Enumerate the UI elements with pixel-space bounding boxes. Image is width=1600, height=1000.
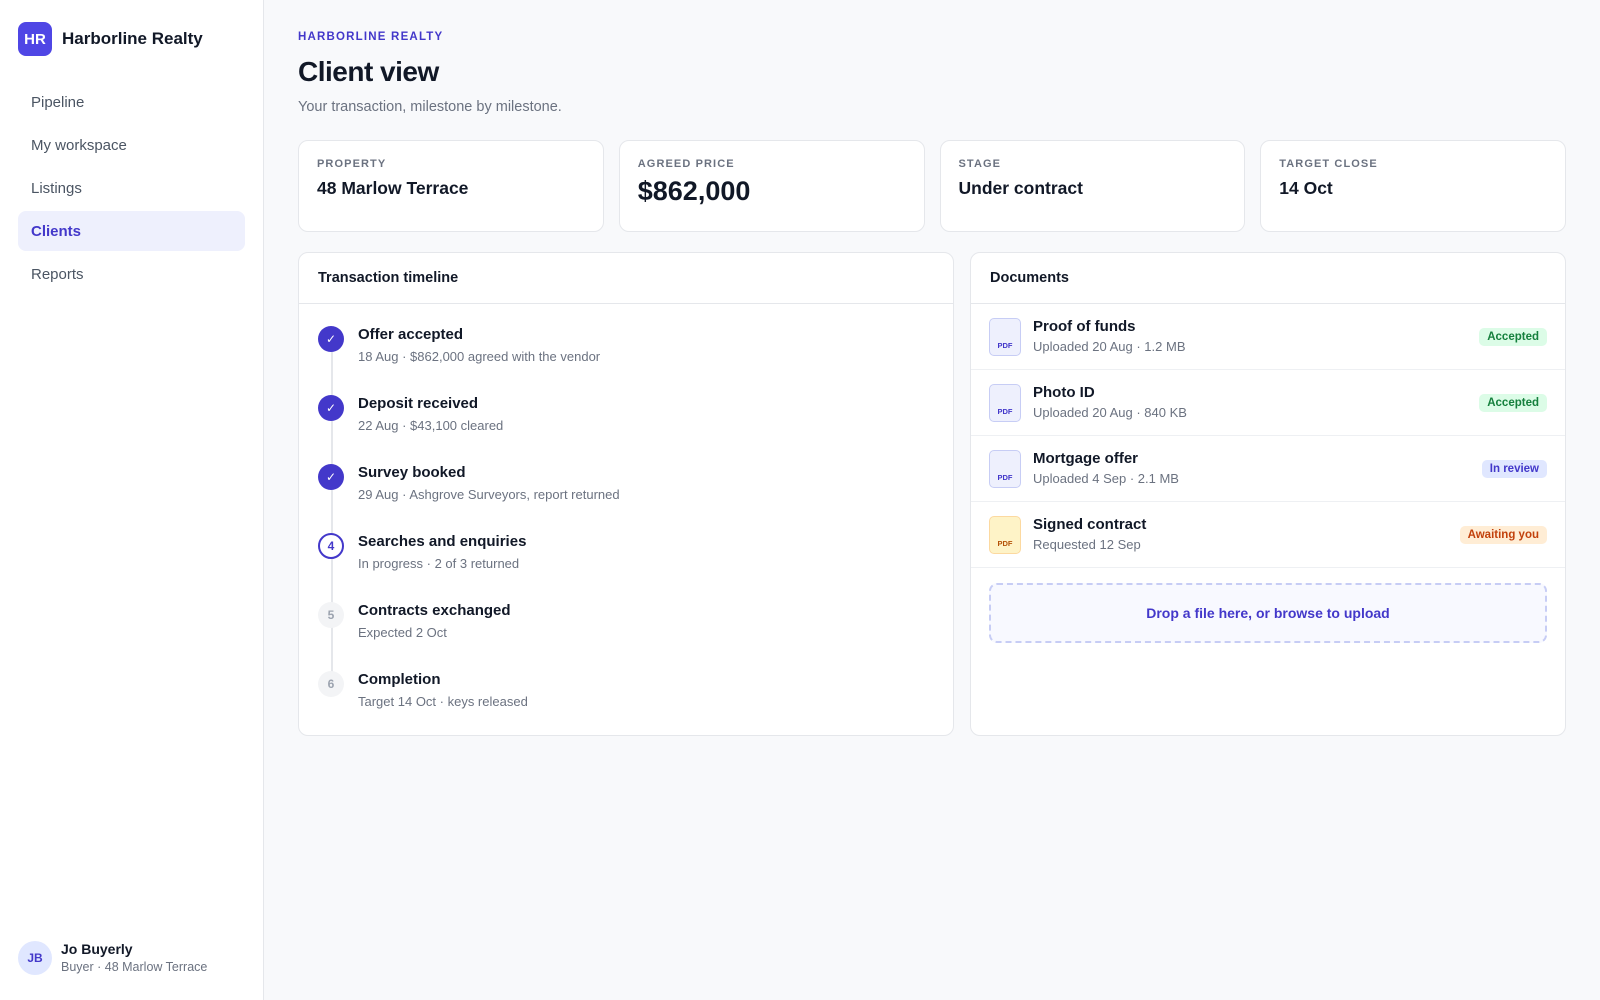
timeline-step: ✓ Deposit received 22 Aug · $43,100 clea… (318, 392, 953, 461)
step-description: Target 14 Oct · keys released (358, 694, 528, 709)
step-description: Expected 2 Oct (358, 625, 447, 640)
pdf-file-icon: PDF (989, 449, 1021, 488)
step-title: Searches and enquiries (358, 533, 527, 550)
sidebar: HR Harborline Realty Pipeline My workspa… (0, 0, 264, 1000)
sidebar-item-clients[interactable]: Clients (18, 211, 245, 251)
step-title: Deposit received (358, 395, 479, 412)
status-badge: Accepted (1479, 393, 1547, 412)
step-number-marker: 4 (318, 533, 344, 559)
user-info: Jo Buyerly Buyer · 48 Marlow Terrace (61, 940, 207, 976)
step-description: 18 Aug · $862,000 agreed with the vendor (358, 349, 601, 364)
check-icon: ✓ (318, 326, 344, 352)
document-row[interactable]: PDF Photo ID Uploaded 20 Aug · 840 KB Ac… (971, 370, 1565, 436)
pdf-file-icon: PDF (989, 317, 1021, 356)
stat-card-target-close: TARGET CLOSE 14 Oct (1260, 140, 1566, 232)
check-icon: ✓ (318, 395, 344, 421)
user-profile[interactable]: JB Jo Buyerly Buyer · 48 Marlow Terrace (18, 940, 207, 976)
user-name: Jo Buyerly (61, 941, 133, 957)
timeline-list: ✓ Offer accepted 18 Aug · $862,000 agree… (299, 304, 953, 735)
stats-row: PROPERTY 48 Marlow Terrace AGREED PRICE … (298, 140, 1566, 232)
stat-label: PROPERTY (317, 158, 387, 170)
timeline-step: ✓ Offer accepted 18 Aug · $862,000 agree… (318, 323, 953, 392)
step-title: Contracts exchanged (358, 602, 511, 619)
status-badge: Awaiting you (1459, 525, 1547, 544)
pdf-file-icon: PDF (989, 383, 1021, 422)
document-row[interactable]: PDF Proof of funds Uploaded 20 Aug · 1.2… (971, 304, 1565, 370)
page-eyebrow: HARBORLINE REALTY (298, 31, 444, 43)
brand[interactable]: HR Harborline Realty (18, 22, 203, 56)
pdf-file-icon: PDF (989, 515, 1021, 554)
sidebar-item-reports[interactable]: Reports (18, 254, 245, 294)
transaction-timeline-panel: Transaction timeline ✓ Offer accepted 18… (298, 252, 954, 736)
file-upload-dropzone[interactable]: Drop a file here, or browse to upload (989, 583, 1547, 643)
sidebar-nav: Pipeline My workspace Listings Clients R… (18, 82, 245, 297)
document-row[interactable]: PDF Mortgage offer Uploaded 4 Sep · 2.1 … (971, 436, 1565, 502)
document-meta: Uploaded 20 Aug · 1.2 MB (1033, 339, 1186, 354)
panel-title: Documents (971, 253, 1565, 304)
document-title: Proof of funds (1033, 318, 1136, 335)
document-meta: Uploaded 20 Aug · 840 KB (1033, 405, 1187, 420)
timeline-step: 5 Contracts exchanged Expected 2 Oct (318, 599, 953, 668)
sidebar-item-pipeline[interactable]: Pipeline (18, 82, 245, 122)
status-badge: In review (1481, 459, 1547, 478)
stat-label: AGREED PRICE (637, 158, 735, 170)
step-number-marker: 6 (318, 671, 344, 697)
stat-value: 14 Oct (1279, 178, 1333, 198)
check-icon: ✓ (318, 464, 344, 490)
step-description: 22 Aug · $43,100 cleared (358, 418, 504, 433)
step-description: 29 Aug · Ashgrove Surveyors, report retu… (358, 487, 620, 502)
stat-label: STAGE (958, 158, 1002, 170)
avatar: JB (18, 941, 52, 975)
timeline-step: ✓ Survey booked 29 Aug · Ashgrove Survey… (318, 461, 953, 530)
stat-value: Under contract (958, 178, 1083, 198)
brand-name: Harborline Realty (62, 29, 203, 48)
document-title: Mortgage offer (1033, 450, 1138, 467)
document-meta: Requested 12 Sep (1033, 537, 1141, 552)
timeline-step: 4 Searches and enquiries In progress · 2… (318, 530, 953, 599)
stat-value: 48 Marlow Terrace (317, 178, 469, 198)
step-title: Survey booked (358, 464, 466, 481)
stat-card-agreed-price: AGREED PRICE $862,000 (618, 140, 925, 232)
documents-panel: Documents PDF Proof of funds Uploaded 20… (970, 252, 1566, 736)
document-meta: Uploaded 4 Sep · 2.1 MB (1033, 471, 1179, 486)
stat-label: TARGET CLOSE (1279, 158, 1378, 170)
brand-logo: HR (18, 22, 52, 56)
stat-card-stage: STAGE Under contract (939, 140, 1246, 232)
document-title: Signed contract (1033, 516, 1147, 533)
timeline-step: 6 Completion Target 14 Oct · keys releas… (318, 668, 953, 735)
stat-card-property: PROPERTY 48 Marlow Terrace (298, 140, 604, 232)
step-title: Offer accepted (358, 326, 464, 343)
stat-value: $862,000 (637, 176, 751, 206)
page-subtitle: Your transaction, milestone by milestone… (298, 99, 562, 115)
step-number-marker: 5 (318, 602, 344, 628)
step-title: Completion (358, 671, 441, 688)
sidebar-item-listings[interactable]: Listings (18, 168, 245, 208)
step-description: In progress · 2 of 3 returned (358, 556, 520, 571)
page-title: Client view (298, 56, 439, 87)
document-row[interactable]: PDF Signed contract Requested 12 Sep Awa… (971, 502, 1565, 568)
document-title: Photo ID (1033, 384, 1095, 401)
user-subtitle: Buyer · 48 Marlow Terrace (61, 960, 208, 974)
sidebar-item-my-workspace[interactable]: My workspace (18, 125, 245, 165)
panel-title: Transaction timeline (299, 253, 953, 304)
status-badge: Accepted (1479, 327, 1547, 346)
